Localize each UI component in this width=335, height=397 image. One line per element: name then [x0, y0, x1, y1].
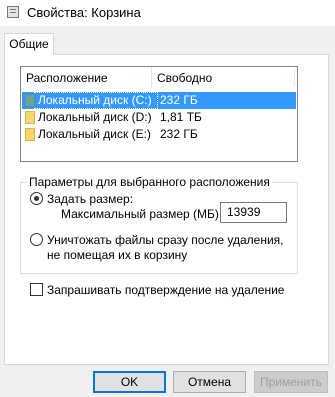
list-item[interactable]: Локальный диск (D:) 1,81 ТБ — [22, 109, 296, 126]
location-free-space: 232 ГБ — [160, 127, 198, 141]
ok-button[interactable]: OK — [93, 371, 166, 393]
location-name: Локальный диск (D:) — [38, 110, 152, 124]
column-header-location[interactable]: Расположение корзины — [21, 67, 152, 107]
column-header-free[interactable]: Свободно — [152, 67, 297, 88]
delete-immediately-radio[interactable] — [30, 233, 43, 246]
custom-size-radio[interactable] — [30, 192, 43, 205]
apply-button[interactable]: Применить — [254, 371, 328, 393]
list-item[interactable]: Локальный диск (E:) 232 ГБ — [22, 126, 296, 143]
properties-window-icon — [7, 6, 19, 18]
location-name: Локальный диск (E:) — [38, 127, 151, 141]
list-item[interactable]: Локальный диск (C:) 232 ГБ — [22, 92, 296, 109]
confirm-delete-label[interactable]: Запрашивать подтверждение на удаление — [47, 283, 284, 297]
recycle-bin-drive-icon — [25, 111, 35, 124]
max-size-input[interactable]: 13939 — [220, 202, 287, 223]
list-header: Расположение корзины Свободно — [21, 67, 297, 107]
window-title: Свойства: Корзина — [27, 5, 141, 20]
tab-general[interactable]: Общие — [4, 33, 54, 55]
custom-size-radio-label[interactable]: Задать размер: — [47, 192, 133, 206]
location-name: Локальный диск (C:) — [38, 93, 152, 107]
recycle-bin-locations-list[interactable]: Расположение корзины Свободно Локальный … — [20, 66, 298, 162]
delete-immediately-radio-label[interactable]: Уничтожать файлы сразу после удаления, н… — [47, 233, 295, 263]
location-free-space: 1,81 ТБ — [160, 110, 202, 124]
cancel-button[interactable]: Отмена — [173, 371, 246, 393]
location-free-space: 232 ГБ — [160, 93, 198, 107]
settings-group-label: Параметры для выбранного расположения — [27, 175, 272, 189]
confirm-delete-checkbox[interactable] — [30, 283, 43, 296]
title-bar: Свойства: Корзина — [0, 0, 335, 26]
max-size-label: Максимальный размер (МБ): — [61, 207, 223, 221]
recycle-bin-drive-icon — [25, 128, 35, 141]
recycle-bin-drive-icon — [25, 94, 35, 107]
